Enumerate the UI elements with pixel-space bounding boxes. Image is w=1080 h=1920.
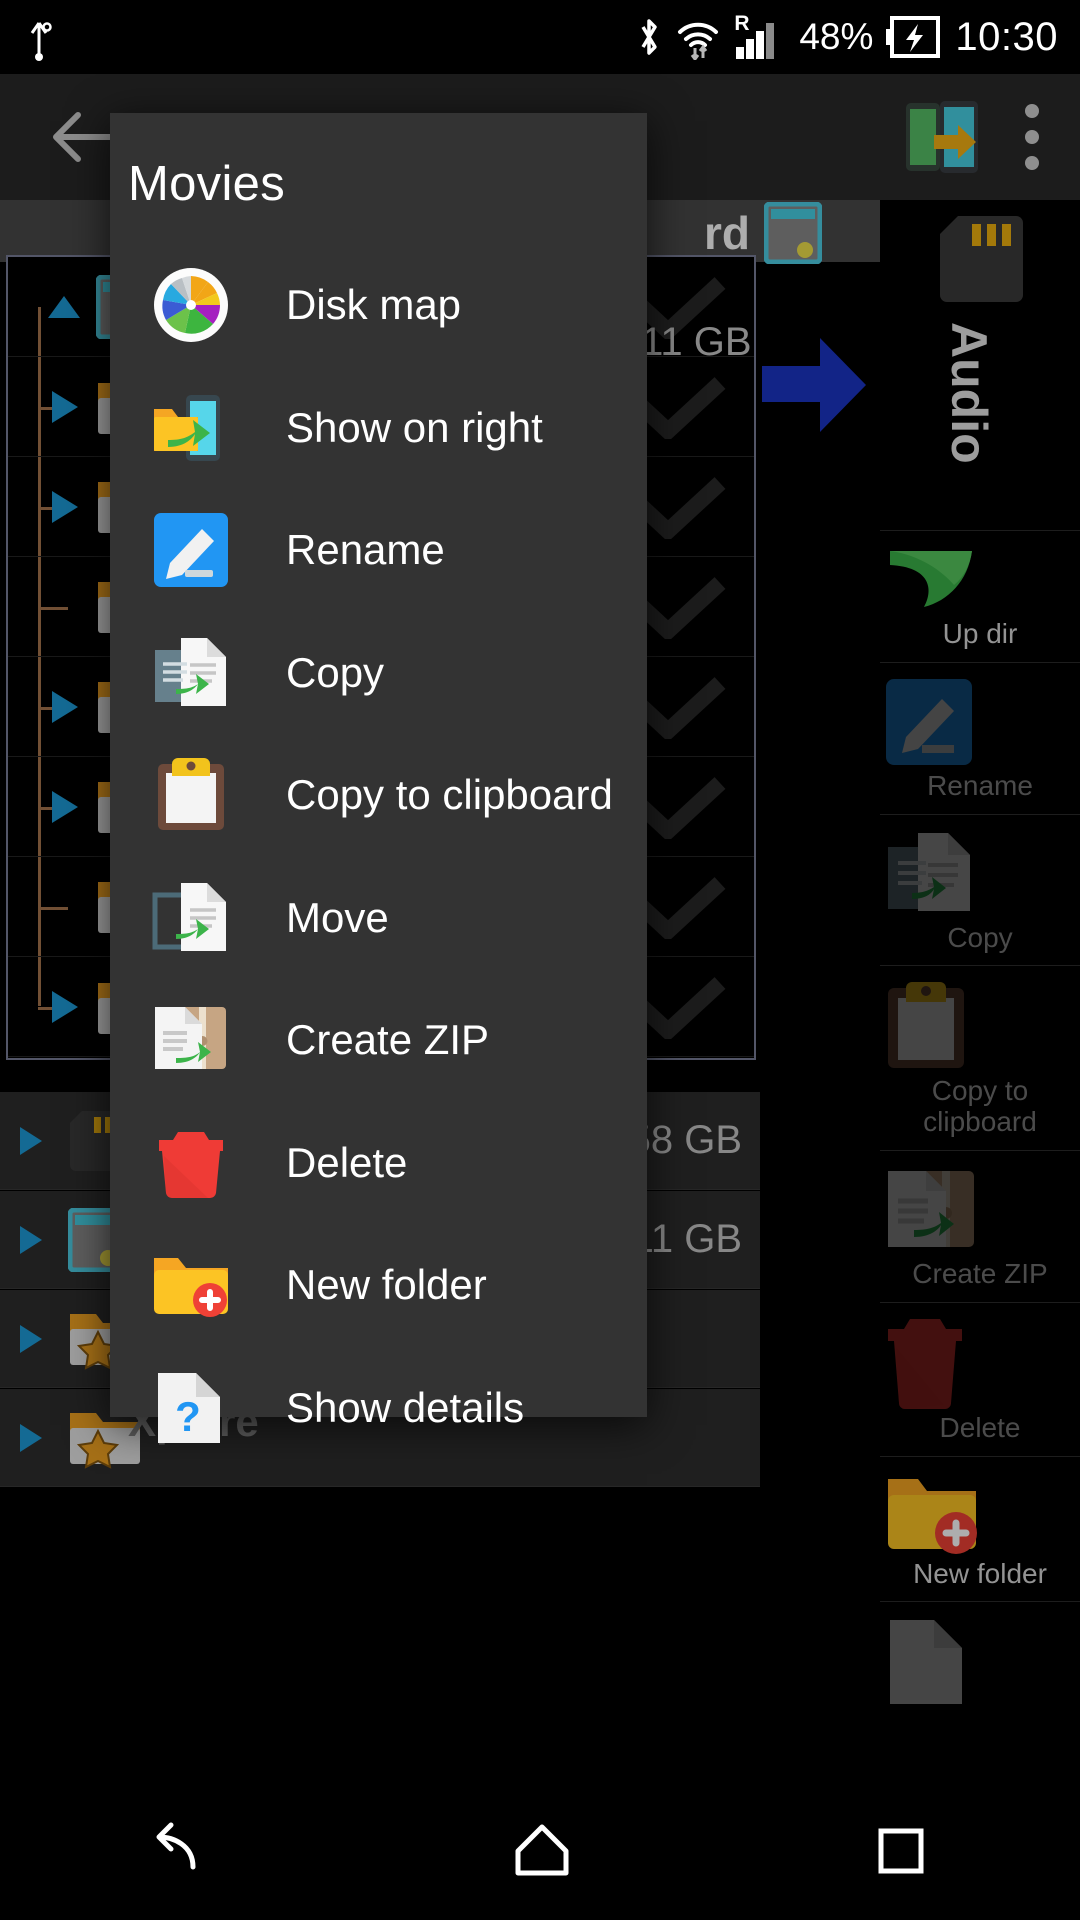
menu-item-show-details[interactable]: ? Show details (110, 1347, 647, 1470)
copy-icon (152, 634, 230, 712)
menu-item-label: New folder (286, 1261, 487, 1309)
battery-percent: 48% (799, 16, 873, 58)
disk-map-icon (152, 266, 230, 344)
menu-item-show-on-right[interactable]: Show on right (110, 367, 647, 490)
menu-item-label: Copy (286, 649, 384, 697)
battery-charging-icon (886, 16, 942, 58)
delete-icon (152, 1124, 230, 1202)
dialog-title: Movies (110, 113, 647, 212)
menu-item-move[interactable]: Move (110, 857, 647, 980)
move-icon (152, 879, 230, 957)
menu-item-create-zip[interactable]: Create ZIP (110, 979, 647, 1102)
menu-item-copy-to-clipboard[interactable]: Copy to clipboard (110, 734, 647, 857)
wifi-icon (675, 14, 721, 60)
nav-home-icon[interactable] (510, 1819, 574, 1879)
signal-bars-icon: R (734, 15, 786, 59)
clipboard-icon (152, 756, 230, 834)
menu-item-label: Create ZIP (286, 1016, 489, 1064)
menu-item-label: Rename (286, 526, 445, 574)
menu-item-label: Copy to clipboard (286, 771, 613, 819)
menu-item-label: Delete (286, 1139, 407, 1187)
bluetooth-icon (636, 15, 662, 59)
context-menu-list: Disk map Show on right (110, 244, 647, 1469)
svg-text:?: ? (175, 1393, 201, 1440)
menu-item-disk-map[interactable]: Disk map (110, 244, 647, 367)
menu-item-label: Move (286, 894, 389, 942)
system-nav-bar (0, 1778, 1080, 1920)
menu-item-copy[interactable]: Copy (110, 612, 647, 735)
usb-icon (22, 13, 56, 61)
nav-recents-icon[interactable] (871, 1819, 931, 1879)
nav-back-icon[interactable] (149, 1819, 213, 1879)
menu-item-label: Show details (286, 1384, 524, 1432)
menu-item-label: Disk map (286, 281, 461, 329)
menu-item-label: Show on right (286, 404, 543, 452)
menu-item-delete[interactable]: Delete (110, 1102, 647, 1225)
show-on-right-icon (152, 389, 230, 467)
menu-item-rename[interactable]: Rename (110, 489, 647, 612)
context-menu-dialog: Movies (110, 113, 647, 1417)
clock: 10:30 (955, 15, 1058, 60)
roaming-indicator: R (734, 13, 749, 34)
show-details-icon: ? (152, 1369, 230, 1447)
phone-screen: rd (0, 0, 1080, 1920)
menu-item-new-folder[interactable]: New folder (110, 1224, 647, 1347)
new-folder-icon (152, 1246, 230, 1324)
zip-icon (152, 1001, 230, 1079)
rename-icon (152, 511, 230, 589)
status-bar: R 48% 10:30 (0, 0, 1080, 74)
